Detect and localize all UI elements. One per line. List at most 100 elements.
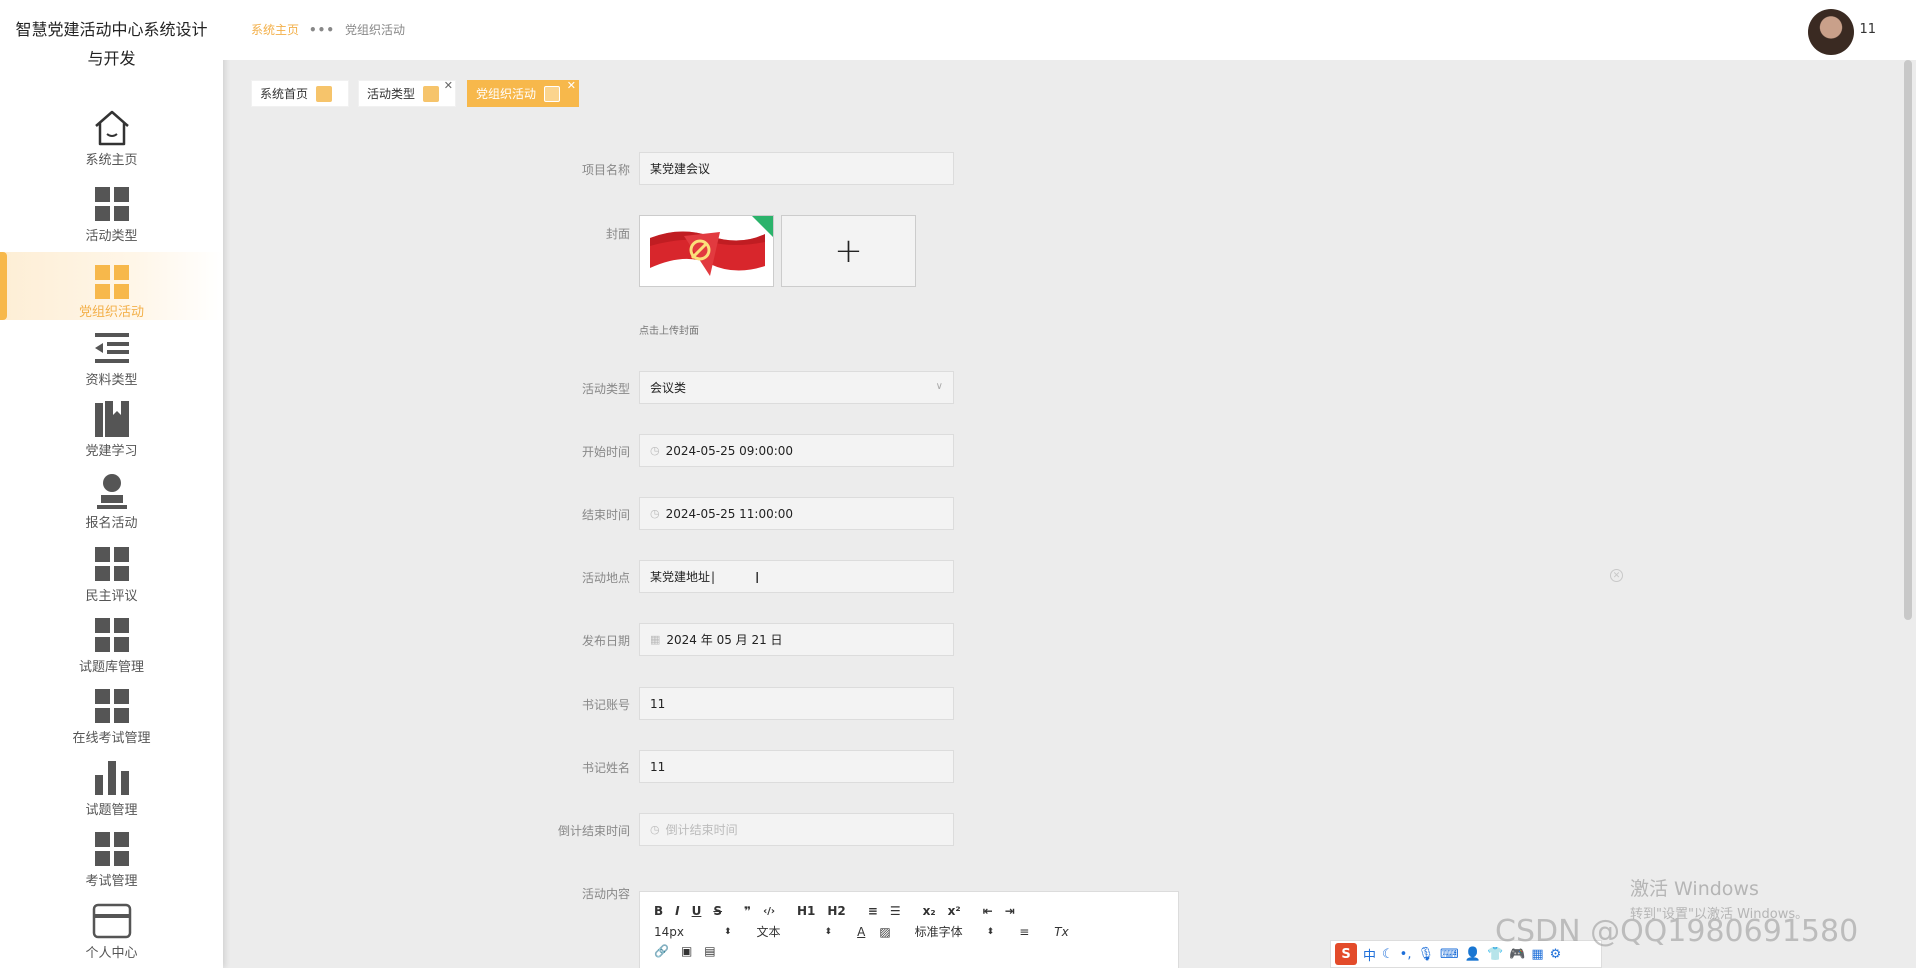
close-icon[interactable]: ✕ [567, 79, 576, 92]
font-family-select[interactable]: 标准字体 [915, 923, 987, 940]
publish-date-label: 发布日期 [581, 634, 630, 648]
subscript-button[interactable]: x₂ [923, 904, 936, 918]
project-name-label: 项目名称 [581, 163, 630, 177]
clear-format-icon[interactable]: Tx [1054, 925, 1068, 939]
breadcrumb-separator: ••• [309, 22, 336, 37]
underline-button[interactable]: U [692, 904, 702, 918]
sogou-logo-icon: S [1335, 943, 1357, 965]
text-cursor: | [711, 569, 716, 584]
rich-text-editor[interactable]: B I U S ❞ ‹/› H1 H2 ≡ ☰ x₂ x² ⇤ ⇥ 14px ⬍… [639, 891, 1179, 968]
font-size-select[interactable]: 14px [654, 925, 724, 939]
start-time-label: 开始时间 [581, 445, 630, 459]
secretary-name-input[interactable]: 11 [639, 750, 954, 783]
moon-icon[interactable]: ☾ [1382, 947, 1394, 962]
tab-activity-type[interactable]: 活动类型 ✕ [358, 79, 456, 107]
sidebar-item-label: 个人中心 [85, 946, 138, 961]
ordered-list-button[interactable]: ≡ [868, 904, 878, 918]
sidebar-item-label: 报名活动 [85, 516, 138, 531]
ime-language[interactable]: 中 [1363, 945, 1376, 964]
sidebar-item-label: 试题库管理 [78, 660, 144, 675]
blockquote-button[interactable]: ❞ [744, 904, 751, 918]
sidebar-item-signup[interactable]: 报名活动 [0, 470, 223, 538]
sidebar-item-label: 系统主页 [85, 153, 138, 168]
location-input[interactable]: 某党建地址 | I [639, 560, 954, 593]
outdent-button[interactable]: ⇤ [983, 904, 993, 918]
refresh-icon[interactable] [423, 85, 440, 102]
indent-button[interactable]: ⇥ [1005, 904, 1015, 918]
font-family-arrow-icon: ⬍ [986, 926, 995, 937]
close-icon[interactable]: ✕ [444, 79, 453, 92]
activity-type-select[interactable]: 会议类 ∨ [639, 371, 954, 404]
book-icon [91, 398, 133, 440]
sidebar-item-question-bank[interactable]: 试题库管理 [0, 614, 223, 682]
sidebar-item-party-study[interactable]: 党建学习 [0, 398, 223, 466]
h1-button[interactable]: H1 [797, 904, 815, 918]
add-cover-button[interactable]: + [781, 215, 916, 287]
countdown-end-picker[interactable]: ◷ 倒计结束时间 [639, 813, 954, 846]
refresh-icon[interactable] [544, 85, 561, 102]
italic-button[interactable]: I [675, 904, 679, 918]
sidebar-item-activity-type[interactable]: 活动类型 [0, 183, 223, 251]
bullet-list-button[interactable]: ☰ [890, 904, 901, 918]
block-type-select[interactable]: 文本 [757, 923, 825, 940]
sidebar-item-profile[interactable]: 个人中心 [0, 900, 223, 968]
image-icon[interactable]: ▣ [681, 944, 692, 958]
background-color-icon[interactable]: ▨ [879, 925, 890, 939]
superscript-button[interactable]: x² [948, 904, 961, 918]
user-icon[interactable]: 👤 [1465, 947, 1481, 962]
clear-icon[interactable]: ✕ [1610, 569, 1623, 582]
grid-icon [91, 828, 133, 870]
cover-image[interactable] [639, 215, 774, 287]
scrollbar[interactable] [1904, 60, 1912, 620]
grid-icon [91, 183, 133, 225]
editor-toolbar-row-2: 14px ⬍ 文本 ⬍ A ▨ 标准字体 ⬍ ≡ Tx [654, 923, 1069, 940]
grid-icon [91, 262, 133, 301]
publish-date-picker[interactable]: ▦ 2024 年 05 月 21 日 [639, 623, 954, 656]
keyboard-icon[interactable]: ⌨ [1440, 947, 1459, 962]
project-name-input[interactable]: 某党建会议 [639, 152, 954, 185]
location-label: 活动地点 [581, 571, 630, 585]
username[interactable]: 11 [1859, 22, 1876, 37]
font-color-icon[interactable]: A [857, 925, 865, 939]
video-icon[interactable]: ▤ [704, 944, 715, 958]
grid-icon [91, 543, 133, 585]
breadcrumb: 系统主页 ••• 党组织活动 [251, 21, 405, 38]
strike-button[interactable]: S [713, 904, 722, 918]
end-time-picker[interactable]: ◷ 2024-05-25 11:00:00 [639, 497, 954, 530]
sidebar-item-online-exam[interactable]: 在线考试管理 [0, 685, 223, 753]
h2-button[interactable]: H2 [827, 904, 845, 918]
tab-home[interactable]: 系统首页 [251, 80, 349, 107]
tab-party-activity[interactable]: 党组织活动 ✕ [467, 79, 579, 107]
tab-label: 系统首页 [260, 87, 309, 101]
align-icon[interactable]: ≡ [1019, 925, 1029, 939]
cover-upload-hint[interactable]: 点击上传封面 [639, 322, 699, 337]
refresh-icon[interactable] [316, 85, 333, 102]
chevron-down-icon: ∨ [935, 381, 943, 392]
user-icon [91, 470, 133, 512]
sidebar-item-home[interactable]: 系统主页 [0, 107, 223, 175]
activity-type-label: 活动类型 [581, 382, 630, 396]
sidebar-item-party-activity[interactable]: 党组织活动 [0, 252, 223, 320]
microphone-icon[interactable]: 🎙 [1417, 947, 1434, 962]
start-time-picker[interactable]: ◷ 2024-05-25 09:00:00 [639, 434, 954, 467]
secretary-name-label: 书记姓名 [581, 761, 630, 775]
code-button[interactable]: ‹/› [763, 906, 775, 917]
sidebar-item-question-manage[interactable]: 试题管理 [0, 757, 223, 825]
avatar[interactable] [1808, 9, 1854, 55]
sidebar-item-exam-manage[interactable]: 考试管理 [0, 828, 223, 896]
link-icon[interactable]: 🔗 [654, 944, 669, 958]
punctuation-icon[interactable]: •, [1400, 947, 1412, 962]
sidebar-item-label: 考试管理 [85, 874, 138, 889]
end-time-label: 结束时间 [581, 508, 630, 522]
secretary-account-input[interactable]: 11 [639, 687, 954, 720]
sidebar-item-democratic-review[interactable]: 民主评议 [0, 543, 223, 611]
bar-chart-icon [91, 757, 133, 799]
bold-button[interactable]: B [654, 904, 663, 918]
sidebar-item-material-type[interactable]: 资料类型 [0, 327, 223, 395]
card-icon [91, 900, 133, 942]
tab-label: 党组织活动 [476, 87, 537, 101]
sidebar-item-label: 在线考试管理 [72, 731, 151, 746]
calendar-icon: ▦ [650, 633, 661, 646]
tab-label: 活动类型 [367, 87, 416, 101]
breadcrumb-home[interactable]: 系统主页 [251, 21, 299, 38]
